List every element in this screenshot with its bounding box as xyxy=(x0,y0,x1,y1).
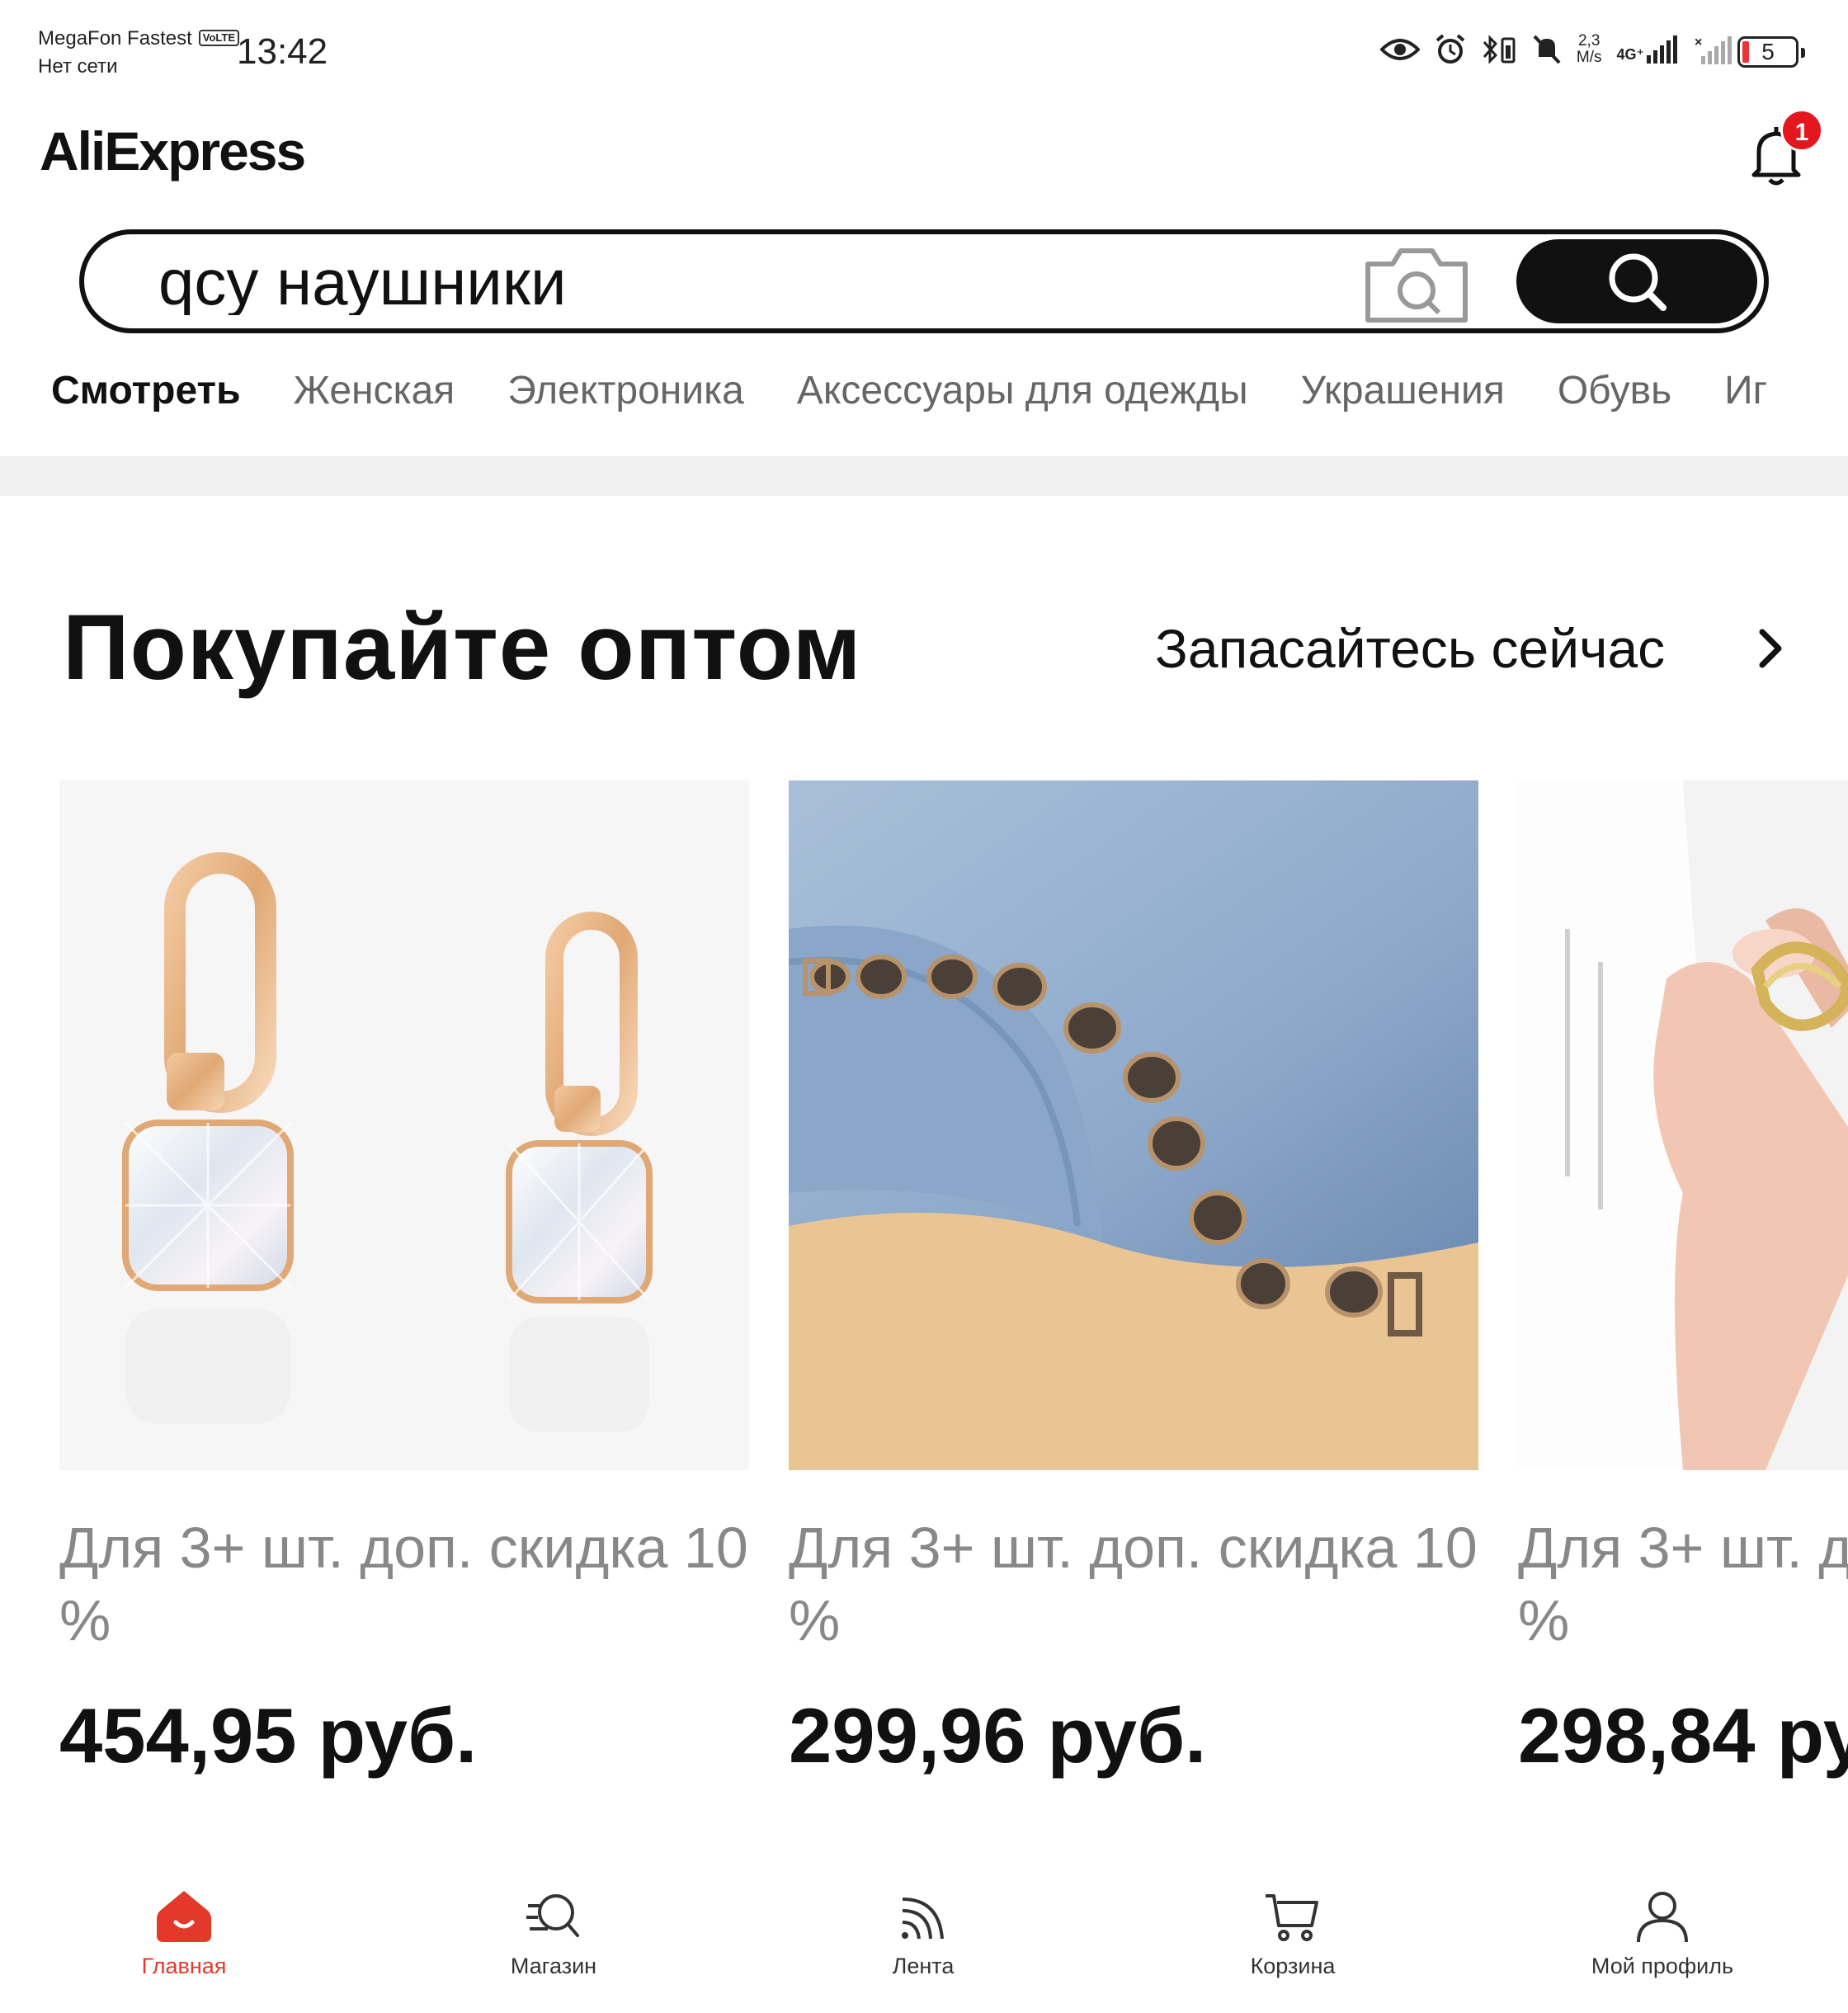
product-carousel: Для 3+ шт. доп. скидка 10 % 454,95 руб. xyxy=(0,780,1848,1803)
status-time: 13:42 xyxy=(237,31,328,72)
status-icons: 2,3 M/s 4G⁺ × xyxy=(1379,33,1732,66)
speed-unit: M/s xyxy=(1576,49,1602,66)
search-input[interactable] xyxy=(158,249,1396,315)
tab-shoes[interactable]: Обувь xyxy=(1558,368,1671,413)
notification-badge: 1 xyxy=(1780,109,1823,152)
nav-home[interactable]: Главная xyxy=(60,1889,308,1979)
network-speed: 2,3 M/s xyxy=(1577,33,1602,66)
section-title: Покупайте оптом xyxy=(63,596,862,699)
no-signal-icon: × xyxy=(1695,35,1732,64)
tab-women[interactable]: Женская xyxy=(294,368,455,413)
carrier-name: MegaFon Fastest xyxy=(38,27,192,50)
product-promo: Для 3+ шт. доп. скидка 10 % xyxy=(59,1516,748,1652)
product-card[interactable]: Для 3+ шт. доп. скидка 10 % 454,95 руб. xyxy=(59,780,749,1780)
aliexpress-logo[interactable]: AliExpress xyxy=(40,120,306,182)
logo-text: AliExpress xyxy=(40,120,306,182)
bluetooth-battery-icon xyxy=(1483,35,1516,64)
nav-store-label: Магазин xyxy=(510,1954,597,1978)
product-promo: Для 3+ шт. доп. скидка 10 % xyxy=(1518,1516,1848,1652)
search-button[interactable] xyxy=(1516,239,1757,323)
product-price: 298,84 руб. xyxy=(1518,1692,1848,1779)
store-search-icon xyxy=(526,1894,579,1937)
product-image-bracelet[interactable] xyxy=(789,780,1478,1470)
product-card[interactable]: Для 3+ шт. доп. скидка 10 % 299,96 руб. xyxy=(789,780,1478,1780)
nav-profile[interactable]: Мой профиль xyxy=(1539,1889,1786,1979)
section-divider xyxy=(0,456,1848,496)
product-image-earrings[interactable] xyxy=(59,780,749,1470)
nav-store[interactable]: Магазин xyxy=(430,1889,677,1979)
profile-icon xyxy=(1637,1892,1688,1943)
status-bar: MegaFon Fastest VoLTE Нет сети 13:42 2,3 M… xyxy=(0,0,1848,107)
nav-cart-label: Корзина xyxy=(1250,1954,1336,1978)
camera-search-icon[interactable] xyxy=(1363,243,1470,325)
product-price: 299,96 руб. xyxy=(789,1692,1207,1779)
chevron-right-icon[interactable] xyxy=(1754,624,1787,673)
nav-feed[interactable]: Лента xyxy=(799,1889,1047,1979)
signal-icon: 4G⁺ xyxy=(1616,35,1680,64)
alarm-icon xyxy=(1436,34,1465,64)
tab-watch[interactable]: Смотреть xyxy=(51,368,241,413)
feed-icon xyxy=(902,1898,944,1940)
tab-toys[interactable]: Иг xyxy=(1724,368,1767,413)
stock-up-link[interactable]: Запасайтесь сейчас xyxy=(1155,617,1665,680)
home-icon xyxy=(157,1891,211,1942)
battery-indicator: 5 xyxy=(1737,36,1805,68)
cart-icon xyxy=(1266,1894,1318,1941)
speed-value: 2,3 xyxy=(1577,32,1600,50)
svg-text:×: × xyxy=(1695,35,1702,50)
category-tabs-container: Смотреть Женская Электроника Аксессуары … xyxy=(0,355,1848,437)
product-price: 454,95 руб. xyxy=(59,1692,478,1779)
carrier-info: MegaFon Fastest VoLTE Нет сети xyxy=(38,25,239,81)
mute-icon xyxy=(1533,35,1561,64)
tab-electronics[interactable]: Электроника xyxy=(507,368,744,413)
search-bar xyxy=(79,229,1769,333)
nav-profile-label: Мой профиль xyxy=(1591,1954,1734,1978)
volte-badge: VoLTE xyxy=(198,30,239,46)
product-image-ring[interactable] xyxy=(1518,780,1848,1470)
tab-jewelry[interactable]: Украшения xyxy=(1301,368,1505,413)
product-promo: Для 3+ шт. доп. скидка 10 % xyxy=(789,1516,1478,1652)
network-type: 4G⁺ xyxy=(1616,46,1644,63)
nav-feed-label: Лента xyxy=(892,1954,955,1978)
tab-clothing-accessories[interactable]: Аксессуары для одежды xyxy=(797,368,1248,413)
nav-cart[interactable]: Корзина xyxy=(1169,1889,1417,1979)
nav-home-label: Главная xyxy=(141,1954,227,1978)
network-status: Нет сети xyxy=(38,55,118,78)
product-card[interactable]: Для 3+ шт. доп. скидка 10 % 298,84 руб. xyxy=(1518,780,1848,1780)
eye-icon xyxy=(1379,39,1420,60)
category-tabs: Смотреть Женская Электроника Аксессуары … xyxy=(51,368,1767,413)
search-icon xyxy=(1609,253,1666,311)
bottom-navigation: Главная Магазин Лента Корзина Мой профил… xyxy=(0,1873,1848,2013)
